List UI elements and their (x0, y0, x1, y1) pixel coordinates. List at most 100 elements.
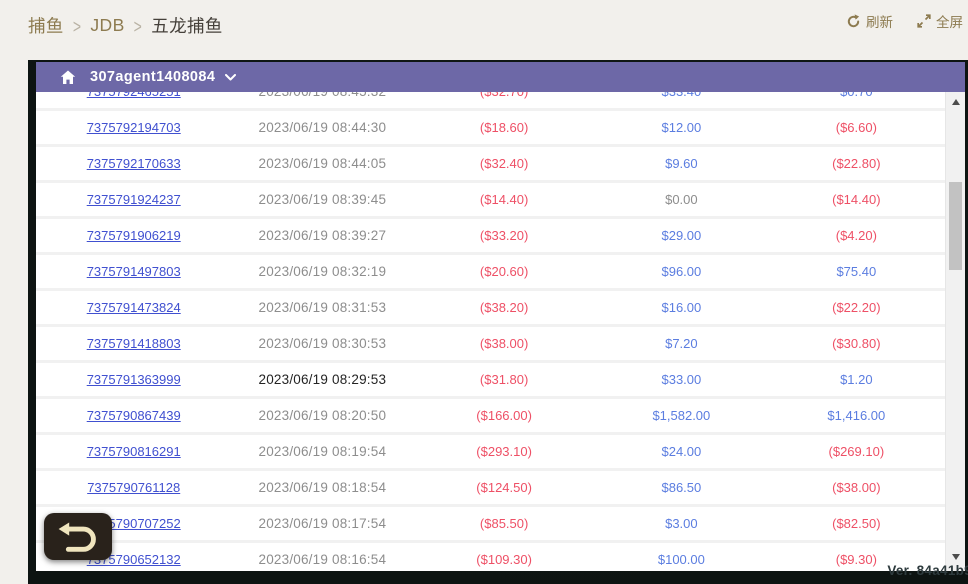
bet-amount: ($32.70) (480, 92, 528, 99)
record-id-link[interactable]: 7375791473824 (87, 300, 181, 315)
breadcrumb-separator: > (73, 14, 82, 36)
net-amount: ($14.40) (832, 192, 880, 207)
record-time: 2023/06/19 08:44:30 (258, 120, 386, 135)
table-row: 7375790867439 2023/06/19 08:20:50 ($166.00… (36, 399, 945, 432)
fullscreen-label: 全屏 (936, 11, 963, 31)
record-time: 2023/06/19 08:30:53 (258, 336, 386, 351)
win-amount: $33.40 (661, 92, 701, 99)
win-amount: $96.00 (661, 264, 701, 279)
net-amount: ($82.50) (832, 516, 880, 531)
net-amount: ($269.10) (829, 444, 885, 459)
bet-amount: ($14.40) (480, 192, 528, 207)
table-row: 7375791473824 2023/06/19 08:31:53 ($38.20)… (36, 291, 945, 324)
record-time: 2023/06/19 08:16:54 (258, 552, 386, 567)
vertical-scrollbar[interactable] (945, 92, 965, 571)
table-row: 73757907611282023/06/19 08:18:54($124.50… (36, 471, 945, 504)
topbar-actions: 刷新 全屏 (846, 11, 963, 31)
win-amount: $29.00 (661, 228, 701, 243)
net-amount: ($22.20) (832, 300, 880, 315)
chevron-down-icon (225, 74, 236, 81)
table-row: 73757914978032023/06/19 08:32:19($20.60)… (36, 255, 945, 288)
net-amount: $1,416.00 (827, 408, 885, 423)
bet-amount: ($124.50) (476, 480, 532, 495)
record-time: 2023/06/19 08:31:53 (258, 300, 386, 315)
win-amount: $86.50 (661, 480, 701, 495)
table-row: 73757921706332023/06/19 08:44:05($32.40)… (36, 147, 945, 180)
record-time: 2023/06/19 08:45:32 (258, 92, 386, 99)
bet-amount: ($31.80) (480, 372, 528, 387)
record-time: 2023/06/19 08:17:54 (258, 516, 386, 531)
triangle-down-icon (952, 554, 960, 560)
record-id-link[interactable]: 7375790761128 (87, 480, 180, 495)
table-row: 7375792465251 2023/06/19 08:45:32 ($32.70)… (36, 92, 945, 108)
bet-amount: ($166.00) (476, 408, 532, 423)
record-id-link[interactable]: 7375791497803 (87, 264, 181, 279)
win-amount: $33.00 (661, 372, 701, 387)
record-time: 2023/06/19 08:39:45 (258, 192, 386, 207)
record-id-link[interactable]: 7375792194703 (87, 120, 181, 135)
net-amount: ($30.80) (832, 336, 880, 351)
records-table: 7375792465251 2023/06/19 08:45:32 ($32.70)… (36, 92, 945, 571)
breadcrumb-current-page: 五龙捕鱼 (151, 13, 223, 38)
win-amount: $7.20 (665, 336, 698, 351)
table-row: 7375791924237 2023/06/19 08:39:45 ($14.40)… (36, 183, 945, 216)
refresh-button[interactable]: 刷新 (846, 11, 893, 31)
breadcrumb-item-fishing[interactable]: 捕鱼 (28, 13, 64, 38)
scroll-up-button[interactable] (946, 94, 965, 110)
triangle-up-icon (952, 99, 960, 105)
win-amount: $12.00 (661, 120, 701, 135)
account-name: 307agent1408084 (90, 69, 215, 85)
record-id-link[interactable]: 7375790816291 (87, 444, 181, 459)
win-amount: $9.60 (665, 156, 698, 171)
net-amount: ($9.30) (836, 552, 877, 567)
refresh-label: 刷新 (866, 11, 893, 31)
bet-amount: ($38.20) (480, 300, 528, 315)
table-row: 7375791418803 2023/06/19 08:30:53 ($38.00)… (36, 327, 945, 360)
bet-amount: ($38.00) (480, 336, 528, 351)
record-id-link[interactable]: 7375791906219 (87, 228, 181, 243)
fullscreen-button[interactable]: 全屏 (917, 11, 963, 31)
record-id-link[interactable]: 7375791418803 (87, 336, 181, 351)
bet-amount: ($18.60) (480, 120, 528, 135)
fullscreen-icon (917, 14, 931, 28)
top-bar: 捕鱼 > JDB > 五龙捕鱼 刷新 全屏 (0, 0, 968, 60)
net-amount: $1.20 (840, 372, 873, 387)
home-icon[interactable] (60, 70, 76, 85)
breadcrumb: 捕鱼 > JDB > 五龙捕鱼 (28, 13, 223, 38)
breadcrumb-item-jdb[interactable]: JDB (90, 15, 124, 36)
record-time: 2023/06/19 08:19:54 (258, 444, 386, 459)
table-row: 73757907072522023/06/19 08:17:54($85.50)… (36, 507, 945, 540)
record-id-link[interactable]: 7375792465251 (87, 92, 181, 99)
net-amount: $75.40 (836, 264, 876, 279)
net-amount: ($4.20) (836, 228, 877, 243)
win-amount: $0.00 (665, 192, 698, 207)
bet-amount: ($85.50) (480, 516, 528, 531)
breadcrumb-separator: > (134, 14, 143, 36)
table-row: 73757919062192023/06/19 08:39:27($33.20)… (36, 219, 945, 252)
bet-amount: ($293.10) (476, 444, 532, 459)
records-panel: 307agent1408084 7375792465251 2023/06/19 … (36, 62, 965, 571)
record-id-link[interactable]: 7375791363999 (87, 372, 181, 387)
record-time: 2023/06/19 08:20:50 (258, 408, 386, 423)
bet-amount: ($109.30) (476, 552, 532, 567)
record-id-link[interactable]: 7375792170633 (87, 156, 181, 171)
refresh-icon (846, 14, 861, 29)
net-amount: $0.70 (840, 92, 873, 99)
record-id-link[interactable]: 7375791924237 (87, 192, 181, 207)
bet-amount: ($32.40) (480, 156, 528, 171)
version-label: Ver. 84a41b9 (887, 563, 968, 578)
scrollbar-thumb[interactable] (949, 182, 962, 270)
back-button[interactable] (44, 513, 112, 560)
table-row: 7375790816291 2023/06/19 08:19:54 ($293.10… (36, 435, 945, 468)
return-arrow-icon (56, 522, 100, 552)
net-amount: ($22.80) (832, 156, 880, 171)
win-amount: $1,582.00 (652, 408, 710, 423)
record-time: 2023/06/19 08:39:27 (258, 228, 386, 243)
win-amount: $16.00 (661, 300, 701, 315)
record-id-link[interactable]: 7375790867439 (87, 408, 181, 423)
account-selector[interactable]: 307agent1408084 (90, 69, 236, 85)
table-row: 73757913639992023/06/19 08:29:53($31.80)… (36, 363, 945, 396)
panel-header: 307agent1408084 (36, 62, 965, 92)
table-row: 73757906521322023/06/19 08:16:54($109.30… (36, 543, 945, 571)
table-row: 7375792194703 2023/06/19 08:44:30 ($18.60)… (36, 111, 945, 144)
